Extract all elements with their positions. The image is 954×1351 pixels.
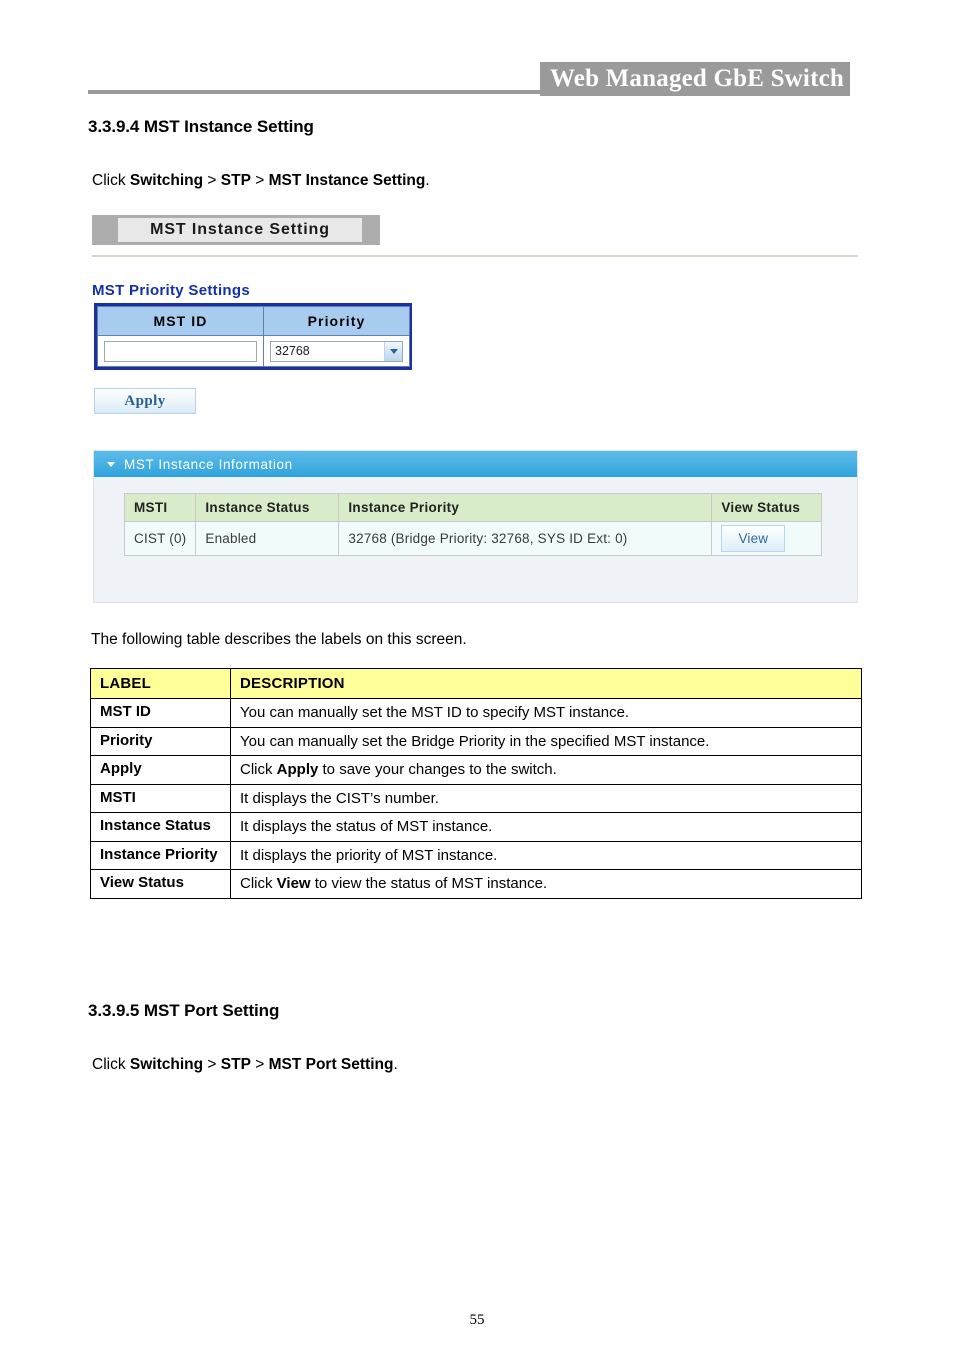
mst-instance-information-title: MST Instance Information	[124, 456, 293, 472]
description-cell: It displays the CIST’s number.	[230, 783, 862, 813]
nav-sep-1b: >	[250, 172, 269, 189]
priority-table-header-row: MST ID Priority	[97, 306, 410, 336]
ui-page-titlebar-inner: MST Instance Setting	[118, 218, 362, 242]
mst-instance-information-panel: MST Instance Information MSTI Instance S…	[93, 450, 858, 603]
description-cell: It displays the priority of MST instance…	[230, 840, 862, 870]
apply-button-label: Apply	[124, 392, 166, 409]
cell-instance-status: Enabled	[195, 521, 340, 556]
nav-stp-2: STP	[220, 1056, 251, 1073]
desc-pre: You can manually set the Bridge Priority…	[240, 732, 710, 750]
nav-leaf-1: MST Instance Setting	[268, 172, 426, 189]
nav-leaf-2: MST Port Setting	[268, 1056, 394, 1073]
table-intro-text: The following table describes the labels…	[91, 631, 467, 648]
table-row: Instance Priority It displays the priori…	[90, 840, 862, 870]
page-number: 55	[469, 1312, 485, 1328]
desc-pre: Click	[240, 875, 277, 892]
column-header-mst-id: MST ID	[97, 306, 264, 336]
navigation-path-mst-instance-setting: Click Switching > STP > MST Instance Set…	[92, 172, 430, 190]
label-cell: Instance Status	[90, 812, 231, 842]
description-cell: You can manually set the MST ID to speci…	[230, 698, 862, 728]
desc-pre: It displays the status of MST instance.	[240, 818, 493, 835]
section-heading-mst-port-setting: 3.3.9.5 MST Port Setting	[88, 1001, 280, 1020]
desc-pre: You can manually set the MST ID to speci…	[240, 704, 630, 721]
view-button[interactable]: View	[721, 525, 786, 552]
nav-sep-2a: >	[203, 1056, 221, 1073]
label-cell: Instance Priority	[90, 840, 231, 870]
page-header: Web Managed GbE Switch	[88, 62, 850, 98]
description-cell: It displays the status of MST instance.	[230, 812, 862, 842]
label-cell: MSTI	[90, 783, 231, 813]
column-header-priority: Priority	[263, 306, 410, 336]
table-row: MST ID You can manually set the MST ID t…	[90, 698, 862, 728]
mst-instance-information-header[interactable]: MST Instance Information	[94, 451, 857, 477]
cell-msti: CIST (0)	[123, 521, 197, 556]
desc-post: to view the status of MST instance.	[310, 875, 548, 892]
priority-select[interactable]: 32768	[270, 340, 403, 362]
table-row: Apply Click Apply to save your changes t…	[90, 755, 862, 785]
priority-cell: 32768	[263, 335, 410, 367]
description-cell: Click Apply to save your changes to the …	[230, 755, 862, 785]
navigation-path-mst-port-setting: Click Switching > STP > MST Port Setting…	[92, 1056, 398, 1074]
table-row: View Status Click View to view the statu…	[90, 869, 862, 899]
priority-table-input-row: 32768	[97, 335, 410, 367]
nav-switching-1: Switching	[129, 172, 204, 189]
nav-sep-2b: >	[250, 1056, 269, 1073]
priority-select-value: 32768	[275, 344, 310, 358]
label-cell: View Status	[90, 869, 231, 899]
mst-priority-settings-legend: MST Priority Settings	[92, 282, 250, 299]
ui-page-titlebar: MST Instance Setting	[92, 215, 380, 245]
nav-sep-1a: >	[203, 172, 221, 189]
table-row: Priority You can manually set the Bridge…	[90, 726, 862, 756]
mst-instance-information-table: MSTI Instance Status Instance Priority V…	[123, 493, 823, 556]
desc-post: to save your changes to the switch.	[318, 761, 557, 778]
info-table-header-row: MSTI Instance Status Instance Priority V…	[123, 493, 823, 522]
column-header-instance-status: Instance Status	[195, 493, 340, 522]
desc-bold: Apply	[276, 761, 319, 778]
chevron-down-icon[interactable]	[384, 341, 402, 361]
label-description-table: LABEL DESCRIPTION MST ID You can manuall…	[90, 668, 862, 899]
desc-pre: It displays the CIST’s number.	[240, 789, 439, 807]
ui-page-title-text: MST Instance Setting	[150, 221, 330, 238]
mst-id-input[interactable]	[104, 340, 257, 362]
click-prefix-2: Click	[92, 1056, 130, 1073]
label-cell: Priority	[90, 726, 231, 756]
cell-instance-priority: 32768 (Bridge Priority: 32768, SYS ID Ex…	[338, 521, 713, 556]
nav-switching-2: Switching	[129, 1056, 204, 1073]
document-header-title: Web Managed GbE Switch	[539, 62, 850, 96]
nav-stp-1: STP	[220, 172, 251, 189]
desc-pre: It displays the priority of MST instance…	[240, 846, 498, 864]
ui-titlebar-underline	[92, 255, 858, 257]
label-cell: Apply	[90, 755, 231, 785]
table-row: MSTI It displays the CIST’s number.	[90, 783, 862, 813]
click-prefix-1: Click	[92, 172, 130, 189]
column-header-view-status: View Status	[711, 493, 823, 522]
apply-button[interactable]: Apply	[94, 388, 196, 414]
desc-bold: View	[276, 875, 311, 892]
section-heading-mst-instance-setting: 3.3.9.4 MST Instance Setting	[88, 117, 314, 136]
column-header-label: LABEL	[90, 668, 231, 699]
mst-id-cell	[97, 335, 264, 367]
mst-priority-settings-table: MST ID Priority 32768	[94, 303, 412, 370]
description-cell: You can manually set the Bridge Priority…	[230, 726, 862, 756]
click-suffix-1: .	[425, 172, 430, 189]
label-cell: MST ID	[90, 698, 231, 728]
table-row: CIST (0) Enabled 32768 (Bridge Priority:…	[123, 521, 823, 556]
table-row: Instance Status It displays the status o…	[90, 812, 862, 842]
label-table-header-row: LABEL DESCRIPTION	[90, 668, 862, 699]
column-header-msti: MSTI	[123, 493, 197, 522]
cell-view-status: View	[711, 521, 823, 556]
description-cell: Click View to view the status of MST ins…	[230, 869, 862, 899]
column-header-description: DESCRIPTION	[230, 668, 862, 699]
click-suffix-2: .	[393, 1056, 398, 1073]
column-header-instance-priority: Instance Priority	[338, 493, 713, 522]
desc-pre: Click	[240, 761, 277, 778]
collapse-triangle-icon[interactable]	[107, 461, 115, 467]
